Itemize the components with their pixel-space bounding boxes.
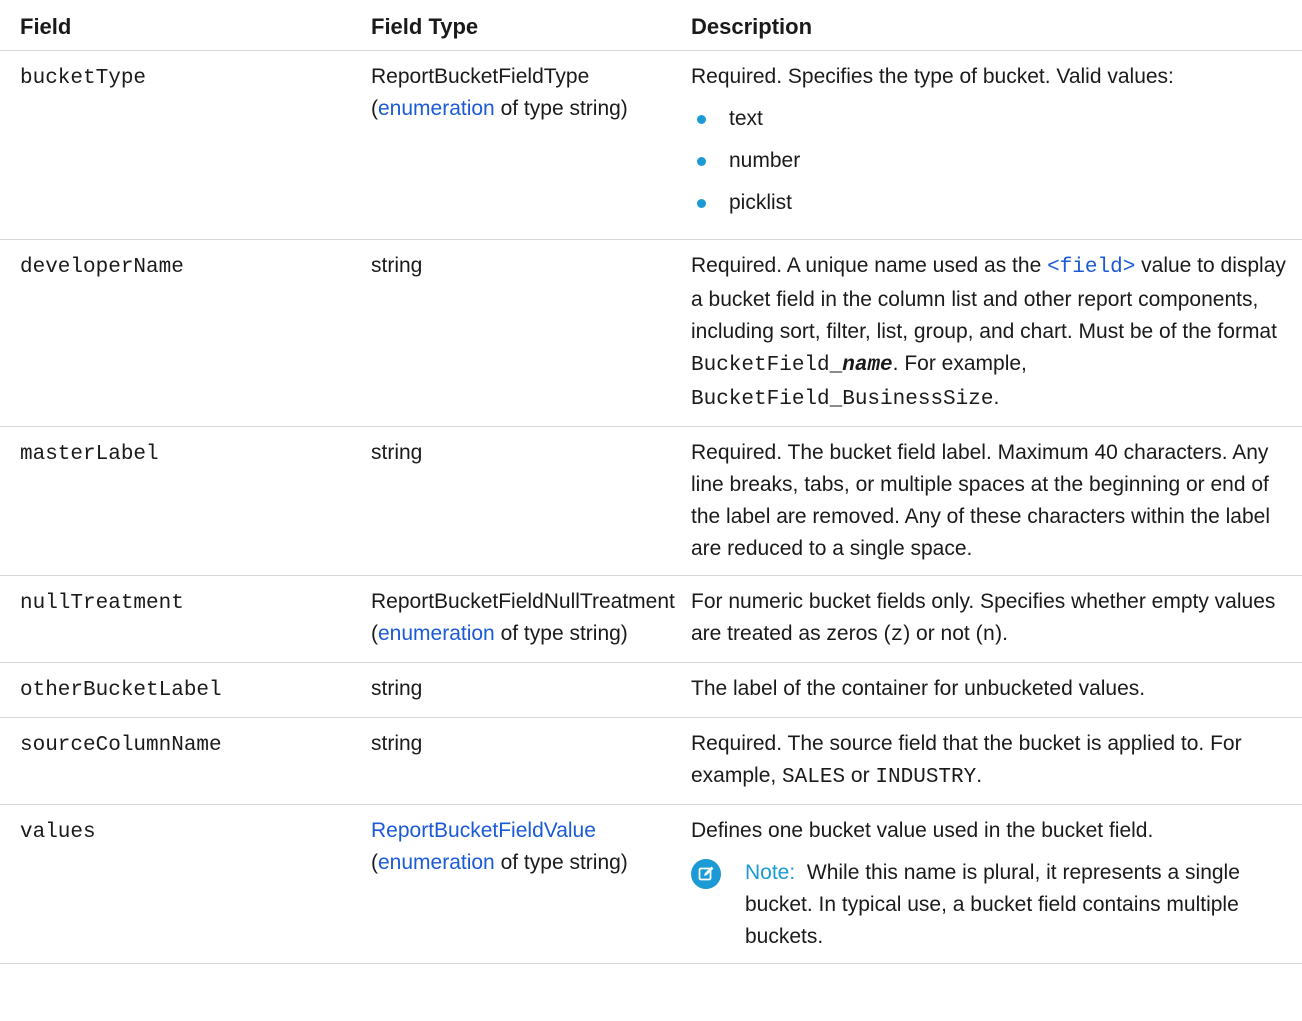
type-tail: of type string) bbox=[494, 851, 628, 874]
enumeration-link[interactable]: enumeration bbox=[378, 622, 495, 645]
note-label: Note: bbox=[745, 861, 796, 884]
type-paren-open: ( bbox=[371, 851, 378, 874]
table-row: masterLabel string Required. The bucket … bbox=[0, 426, 1302, 576]
code-text: SALES bbox=[782, 766, 846, 789]
type-name: ReportBucketFieldType bbox=[371, 65, 590, 88]
list-item: text bbox=[691, 103, 1296, 135]
list-item-text: number bbox=[729, 149, 801, 172]
list-item: number bbox=[691, 145, 1296, 177]
field-type: ReportBucketFieldType (enumeration of ty… bbox=[371, 50, 691, 240]
field-description: Required. Specifies the type of bucket. … bbox=[691, 50, 1302, 240]
description-text: Required. A unique name used as the bbox=[691, 254, 1048, 277]
code-text-emphasis: name bbox=[842, 354, 893, 377]
table-row: nullTreatment ReportBucketFieldNullTreat… bbox=[0, 575, 1302, 663]
field-name: sourceColumnName bbox=[0, 717, 371, 805]
description-text: Defines one bucket value used in the buc… bbox=[691, 819, 1154, 842]
header-field: Field bbox=[0, 0, 371, 51]
header-field-type: Field Type bbox=[371, 0, 691, 51]
list-item-text: picklist bbox=[729, 191, 793, 214]
field-type: string bbox=[371, 239, 691, 427]
field-description: Required. The bucket field label. Maximu… bbox=[691, 426, 1302, 576]
table-row: bucketType ReportBucketFieldType (enumer… bbox=[0, 50, 1302, 240]
type-tail: of type string) bbox=[494, 622, 628, 645]
list-item-text: text bbox=[729, 107, 763, 130]
code-text: z bbox=[890, 624, 904, 647]
table-row: sourceColumnName string Required. The so… bbox=[0, 717, 1302, 805]
description-text: . bbox=[976, 764, 983, 787]
field-type: string bbox=[371, 662, 691, 718]
field-name-text: values bbox=[20, 821, 96, 844]
field-type: ReportBucketFieldNullTreatment (enumerat… bbox=[371, 575, 691, 663]
field-name: masterLabel bbox=[0, 426, 371, 576]
field-type: string bbox=[371, 426, 691, 576]
bullet-icon bbox=[697, 199, 706, 208]
field-name: nullTreatment bbox=[0, 575, 371, 663]
field-description: For numeric bucket fields only. Specifie… bbox=[691, 575, 1302, 663]
table-header-row: Field Field Type Description bbox=[0, 0, 1302, 51]
field-name-text: nullTreatment bbox=[20, 592, 184, 615]
field-name: otherBucketLabel bbox=[0, 662, 371, 718]
field-type: string bbox=[371, 717, 691, 805]
table-row: developerName string Required. A unique … bbox=[0, 239, 1302, 427]
table-row: values ReportBucketFieldValue (enumerati… bbox=[0, 804, 1302, 964]
bullet-icon bbox=[697, 157, 706, 166]
note-body: Note: While this name is plural, it repr… bbox=[745, 857, 1296, 953]
enumeration-link[interactable]: enumeration bbox=[378, 851, 495, 874]
list-item: picklist bbox=[691, 187, 1296, 219]
description-text: ). bbox=[995, 622, 1008, 645]
valid-values-list: text number picklist bbox=[691, 103, 1296, 219]
type-paren-open: ( bbox=[371, 97, 378, 120]
code-text: INDUSTRY bbox=[875, 766, 977, 789]
note-callout: Note: While this name is plural, it repr… bbox=[691, 857, 1296, 953]
description-text: . For example, bbox=[892, 352, 1027, 375]
report-bucket-field-value-link[interactable]: ReportBucketFieldValue bbox=[371, 819, 596, 842]
field-type: ReportBucketFieldValue (enumeration of t… bbox=[371, 804, 691, 964]
field-name-text: developerName bbox=[20, 256, 184, 279]
field-name-text: otherBucketLabel bbox=[20, 679, 222, 702]
code-text: n bbox=[982, 624, 996, 647]
field-name-text: sourceColumnName bbox=[20, 734, 222, 757]
bullet-icon bbox=[697, 115, 706, 124]
edit-note-icon bbox=[691, 859, 721, 889]
field-name: values bbox=[0, 804, 371, 964]
field-name-text: bucketType bbox=[20, 67, 147, 90]
type-tail: of type string) bbox=[494, 97, 628, 120]
type-paren-open: ( bbox=[371, 622, 378, 645]
enumeration-link[interactable]: enumeration bbox=[378, 97, 495, 120]
description-text: ) or not ( bbox=[903, 622, 983, 645]
description-text: . bbox=[993, 386, 1000, 409]
field-name-text: masterLabel bbox=[20, 443, 159, 466]
field-reference-table: Field Field Type Description bucketType … bbox=[0, 0, 1302, 964]
field-name: developerName bbox=[0, 239, 371, 427]
header-description: Description bbox=[691, 0, 1302, 51]
field-name: bucketType bbox=[0, 50, 371, 240]
code-text: BucketField_ bbox=[691, 354, 843, 377]
description-text: Required. Specifies the type of bucket. … bbox=[691, 65, 1174, 88]
field-description: Defines one bucket value used in the buc… bbox=[691, 804, 1302, 964]
field-element-link[interactable]: <field> bbox=[1047, 256, 1135, 279]
field-description: Required. A unique name used as the <fie… bbox=[691, 239, 1302, 427]
description-text: or bbox=[845, 764, 876, 787]
code-text: BucketField_BusinessSize bbox=[691, 388, 994, 411]
type-name: ReportBucketFieldNullTreatment bbox=[371, 590, 675, 613]
note-text: While this name is plural, it represents… bbox=[745, 861, 1240, 948]
table-row: otherBucketLabel string The label of the… bbox=[0, 662, 1302, 718]
field-description: Required. The source field that the buck… bbox=[691, 717, 1302, 805]
field-description: The label of the container for unbuckete… bbox=[691, 662, 1302, 718]
